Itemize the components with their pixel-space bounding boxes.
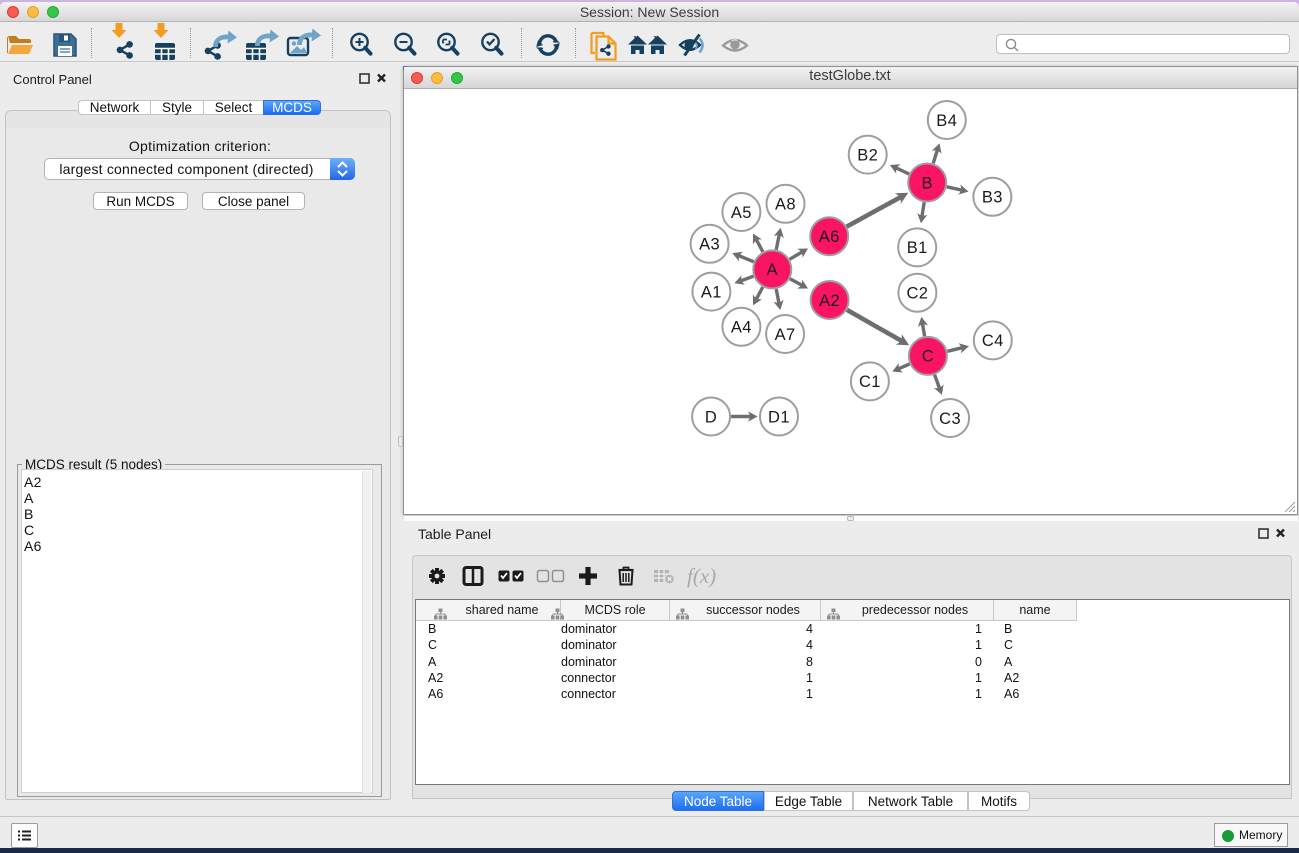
svg-text:A: A	[767, 261, 778, 279]
svg-text:C1: C1	[859, 373, 881, 391]
svg-text:A8: A8	[775, 196, 796, 214]
svg-text:A6: A6	[819, 228, 840, 246]
svg-text:C4: C4	[982, 332, 1004, 350]
svg-text:A7: A7	[775, 326, 796, 344]
svg-text:f(x): f(x)	[687, 564, 716, 588]
svg-text:D1: D1	[768, 408, 790, 426]
svg-text:B3: B3	[982, 189, 1003, 207]
svg-text:B4: B4	[936, 112, 957, 130]
svg-text:B: B	[921, 174, 932, 192]
svg-text:C3: C3	[939, 410, 961, 428]
svg-text:A2: A2	[819, 292, 840, 310]
svg-text:B1: B1	[907, 239, 928, 257]
svg-text:C2: C2	[906, 285, 928, 303]
svg-text:B2: B2	[857, 146, 878, 164]
svg-text:A5: A5	[731, 204, 752, 222]
svg-text:A3: A3	[699, 236, 720, 254]
svg-text:C: C	[922, 348, 934, 366]
svg-text:D: D	[705, 408, 717, 426]
svg-text:A4: A4	[731, 319, 752, 337]
svg-text:A1: A1	[701, 283, 722, 301]
